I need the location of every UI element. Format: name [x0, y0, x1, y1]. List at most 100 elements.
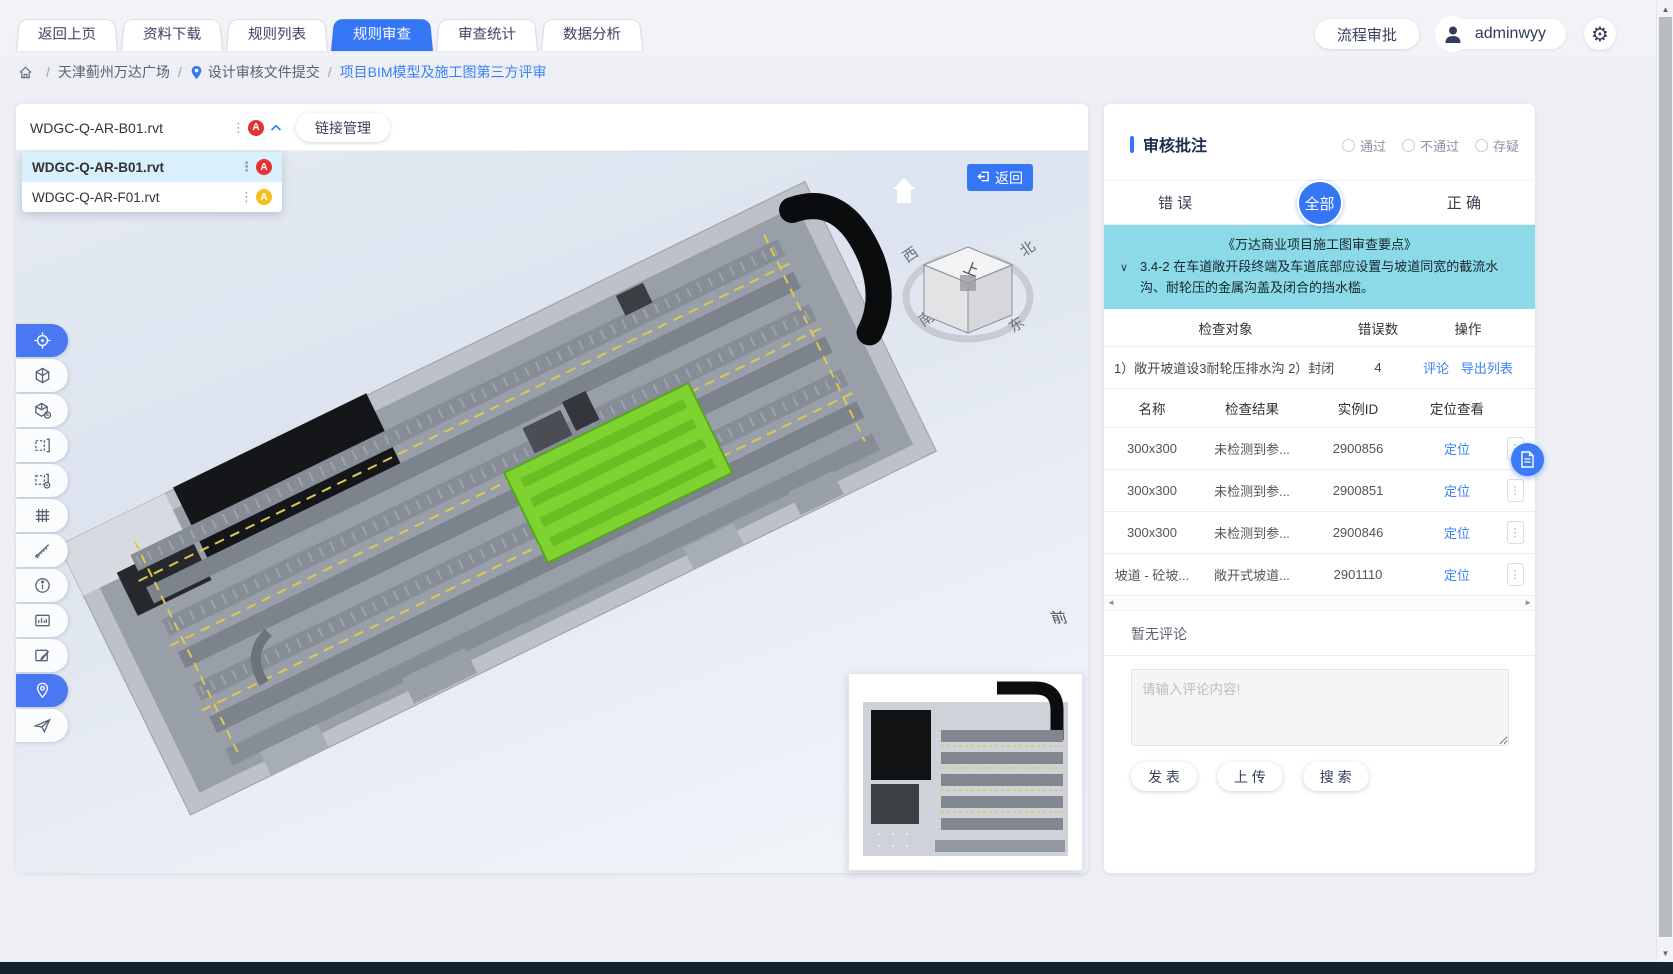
model-grade-badge: A	[256, 189, 272, 205]
model-grade-badge: A	[256, 159, 272, 175]
user-menu[interactable]: adminwyy	[1437, 19, 1566, 49]
viewer-tool-rail	[16, 324, 68, 742]
comments-empty-state: 暂无评论	[1104, 611, 1535, 656]
locate-link[interactable]: 定位	[1444, 442, 1470, 457]
grid-icon[interactable]	[16, 499, 68, 532]
window-bottom-edge	[0, 962, 1673, 974]
link-manage-button[interactable]: 链接管理	[296, 113, 390, 142]
radio-doubt[interactable]: 存疑	[1475, 136, 1519, 155]
chevron-down-icon[interactable]: ∨	[1120, 258, 1128, 279]
search-button[interactable]: 搜 索	[1303, 762, 1369, 791]
file-option[interactable]: WDGC-Q-AR-B01.rvt ⋮ A	[22, 152, 282, 182]
send-icon[interactable]	[16, 709, 68, 742]
detail-row: 坡道 - 砼坡... 敞开式坡道... 2901110 定位 ⋮	[1104, 554, 1535, 596]
crosshair-icon[interactable]	[16, 324, 68, 357]
workflow-approval-button[interactable]: 流程审批	[1315, 19, 1419, 49]
locate-link[interactable]: 定位	[1444, 526, 1470, 541]
row-more-icon[interactable]: ⋮	[1507, 563, 1524, 586]
active-rule-highlight[interactable]: 《万达商业项目施工图审查要点》 ∨ 3.4-2 在车道敞开段终端及车道底部应设置…	[1104, 225, 1535, 309]
detail-row: 300x300 未检测到参... 2900846 定位 ⋮	[1104, 512, 1535, 554]
measure-icon[interactable]	[16, 534, 68, 567]
detail-table-header: 名称 检查结果 实例ID 定位查看	[1104, 389, 1535, 428]
settings-button[interactable]: ⚙	[1584, 18, 1616, 50]
report-document-button[interactable]	[1511, 443, 1544, 476]
section-box-toggle-icon[interactable]	[16, 464, 68, 497]
selected-file-name: WDGC-Q-AR-B01.rvt	[30, 120, 232, 136]
tab-errors[interactable]: 错 误	[1104, 181, 1246, 226]
comment-input[interactable]	[1131, 669, 1509, 746]
snapshot-icon[interactable]	[16, 604, 68, 637]
location-pin-icon	[190, 65, 203, 80]
tab-review-stats[interactable]: 审查统计	[436, 19, 538, 51]
radio-pass[interactable]: 通过	[1342, 136, 1386, 155]
file-menu-dots-icon[interactable]: ⋮	[240, 159, 253, 175]
model-file-selector[interactable]: WDGC-Q-AR-B01.rvt ⋮ A	[30, 112, 282, 143]
panel-title: 审核批注	[1130, 132, 1207, 156]
top-navigation: 返回上页 资料下载 规则列表 规则审查 审查统计 数据分析 流程审批 admin…	[0, 0, 1656, 56]
tab-data-download[interactable]: 资料下载	[121, 19, 223, 51]
info-icon[interactable]	[16, 569, 68, 602]
nav-tabs: 返回上页 资料下载 规则列表 规则审查 审查统计 数据分析	[16, 17, 646, 51]
radio-circle-icon	[1475, 139, 1488, 152]
view-cube: 西 北 南 东 上 前 右	[900, 151, 1088, 626]
section-box-icon[interactable]	[16, 429, 68, 462]
check-table-row: 1）敞开坡道设3耐轮压排水沟 2）封闭 4 评论 导出列表	[1104, 347, 1535, 389]
row-more-icon[interactable]: ⋮	[1507, 521, 1524, 544]
radio-circle-icon	[1402, 139, 1415, 152]
row-more-icon[interactable]: ⋮	[1507, 479, 1524, 502]
rule-source: 《万达商业项目施工图审查要点》	[1118, 234, 1521, 255]
file-menu-dots-icon[interactable]: ⋮	[240, 189, 253, 205]
export-list-link[interactable]: 导出列表	[1461, 361, 1513, 376]
radio-fail[interactable]: 不通过	[1402, 136, 1459, 155]
model-link-icon[interactable]	[16, 394, 68, 427]
model-grade-badge: A	[248, 120, 264, 136]
file-dropdown: WDGC-Q-AR-B01.rvt ⋮ A WDGC-Q-AR-F01.rvt …	[22, 152, 282, 212]
breadcrumb-current: 项目BIM模型及施工图第三方评审	[340, 62, 547, 82]
tab-correct[interactable]: 正 确	[1393, 181, 1535, 226]
model-viewer[interactable]: WDGC-Q-AR-B01.rvt ⋮ A 链接管理 WDGC-Q-AR-B01…	[16, 104, 1088, 873]
result-filter-tabs: 错 误 全部 正 确	[1104, 180, 1535, 225]
tab-rule-list[interactable]: 规则列表	[226, 19, 328, 51]
locate-link[interactable]: 定位	[1444, 568, 1470, 583]
tab-back-page[interactable]: 返回上页	[16, 19, 118, 51]
rule-text: 3.4-2 在车道敞开段终端及车道底部应设置与坡道同宽的截流水沟、耐轮压的金属沟…	[1140, 259, 1498, 295]
radio-circle-icon	[1342, 139, 1355, 152]
svg-text:北: 北	[1017, 238, 1039, 260]
comment-link[interactable]: 评论	[1423, 361, 1449, 376]
svg-text:前: 前	[1048, 610, 1070, 626]
scroll-right-icon[interactable]: ►	[1524, 599, 1532, 607]
tab-data-analysis[interactable]: 数据分析	[541, 19, 643, 51]
breadcrumb: / 天津蓟州万达广场 / 设计审核文件提交 / 项目BIM模型及施工图第三方评审	[18, 62, 547, 82]
detail-row: 300x300 未检测到参... 2900851 定位 ⋮	[1104, 470, 1535, 512]
page-vertical-scrollbar[interactable]: ▲ ▼	[1656, 0, 1673, 962]
tab-all[interactable]: 全部	[1297, 180, 1343, 226]
review-panel: 审核批注 通过 不通过 存疑 错 误 全部 正 确 《万达商业项目施工图审查要点…	[1104, 104, 1535, 873]
table-horizontal-scrollbar[interactable]: ◄ ►	[1104, 596, 1535, 611]
check-table-header: 检查对象 错误数 操作	[1104, 309, 1535, 347]
floorplan-minimap[interactable]	[848, 673, 1083, 871]
locate-link[interactable]: 定位	[1444, 484, 1470, 499]
model-cube-icon[interactable]	[16, 359, 68, 392]
error-count: 4	[1347, 360, 1409, 375]
scroll-down-icon[interactable]: ▼	[1657, 945, 1673, 961]
locate-pin-icon[interactable]	[16, 674, 68, 707]
file-menu-dots-icon[interactable]: ⋮	[232, 120, 245, 136]
bim-model	[58, 168, 960, 815]
detail-row: 300x300 未检测到参... 2900856 定位 ⋮	[1104, 428, 1535, 470]
viewcube-home-icon	[893, 178, 915, 203]
gear-icon: ⚙	[1591, 22, 1609, 47]
scrollbar-thumb[interactable]	[1659, 17, 1672, 937]
breadcrumb-stage[interactable]: 设计审核文件提交	[208, 62, 320, 82]
breadcrumb-project[interactable]: 天津蓟州万达广场	[58, 62, 170, 82]
review-verdict-radios: 通过 不通过 存疑	[1342, 136, 1519, 155]
publish-button[interactable]: 发 表	[1131, 762, 1197, 791]
scroll-up-icon[interactable]: ▲	[1657, 1, 1673, 17]
chevron-up-icon[interactable]	[270, 119, 282, 137]
file-option[interactable]: WDGC-Q-AR-F01.rvt ⋮ A	[22, 182, 282, 212]
home-icon[interactable]	[18, 65, 33, 80]
scroll-left-icon[interactable]: ◄	[1107, 599, 1115, 607]
tab-rule-review[interactable]: 规则审查	[331, 19, 433, 51]
annotate-icon[interactable]	[16, 639, 68, 672]
viewer-back-button[interactable]: 返回	[967, 164, 1033, 191]
upload-button[interactable]: 上 传	[1217, 762, 1283, 791]
